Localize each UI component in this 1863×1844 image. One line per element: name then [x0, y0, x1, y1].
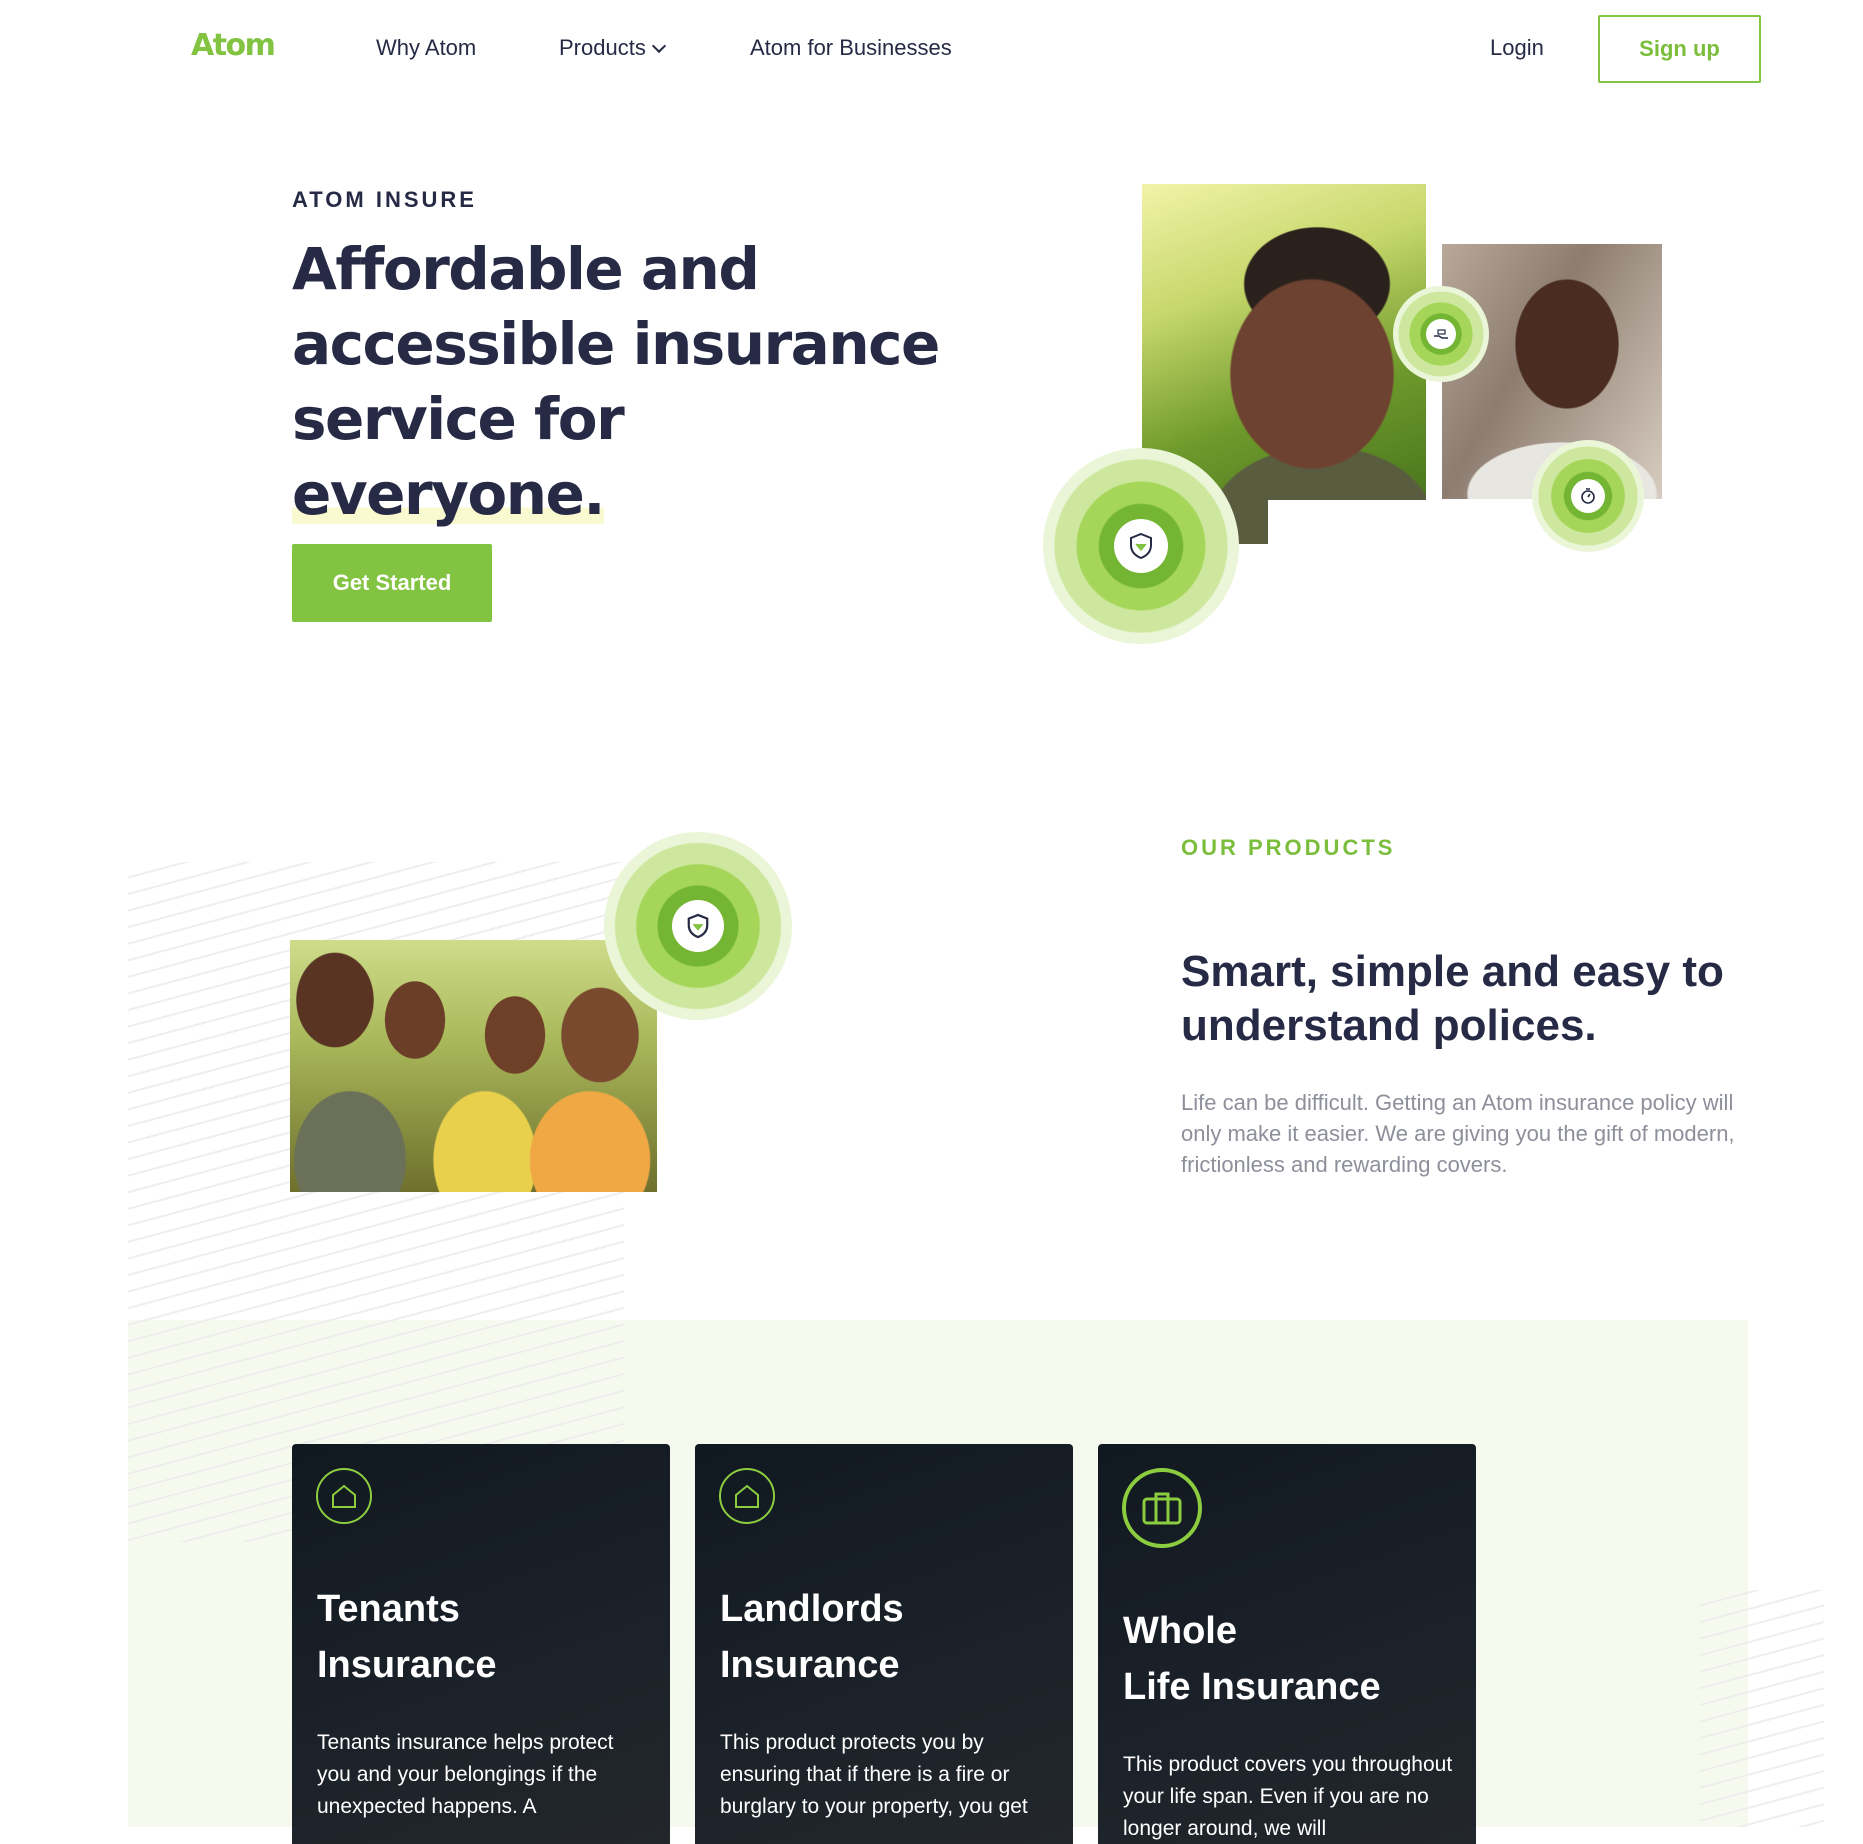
briefcase-icon: [1122, 1468, 1202, 1548]
card-title-line2: Insurance: [720, 1644, 900, 1686]
login-link[interactable]: Login: [1490, 35, 1544, 61]
chevron-down-icon: [651, 38, 666, 54]
hero-title: Affordable and accessible insurance serv…: [292, 232, 942, 532]
card-landlords-insurance[interactable]: Landlords Insurance This product protect…: [695, 1444, 1073, 1844]
card-title: Tenants Insurance: [317, 1581, 657, 1693]
signup-button[interactable]: Sign up: [1598, 15, 1761, 83]
card-title-line2: Insurance: [317, 1644, 497, 1686]
hero-title-line2: accessible insurance: [292, 310, 940, 378]
shield-icon: [1114, 519, 1168, 573]
card-description: This product covers you throughout your …: [1123, 1753, 1453, 1840]
hero-title-line1: Affordable and: [292, 235, 760, 303]
card-title-line1: Landlords: [720, 1588, 904, 1630]
get-started-button[interactable]: Get Started: [292, 544, 492, 622]
hero-eyebrow: ATOM INSURE: [292, 187, 477, 212]
card-description: Tenants insurance helps protect you and …: [317, 1731, 614, 1818]
nav-products-label: Products: [559, 35, 646, 60]
card-tenants-insurance[interactable]: Tenants Insurance Tenants insurance help…: [292, 1444, 670, 1844]
card-title-line1: Tenants: [317, 1588, 460, 1630]
wave-pattern-right: [1700, 1590, 1824, 1827]
family-photo: [290, 940, 657, 1192]
hero-title-highlight: everyone.: [292, 460, 605, 528]
hero-title-line3: service for: [292, 385, 625, 453]
products-eyebrow: OUR PRODUCTS: [1181, 835, 1396, 860]
home-icon: [719, 1468, 775, 1524]
nav-atom-for-businesses[interactable]: Atom for Businesses: [750, 35, 952, 61]
photo-cutout: [1268, 500, 1428, 550]
card-title: Landlords Insurance: [720, 1581, 1060, 1693]
card-title-line1: Whole: [1123, 1610, 1237, 1652]
card-title: Whole Life Insurance: [1123, 1603, 1463, 1715]
atom-logo[interactable]: Atom: [191, 28, 276, 63]
card-description: This product protects you by ensuring th…: [720, 1731, 1028, 1818]
nav-products[interactable]: Products: [559, 35, 666, 61]
products-copy: Life can be difficult. Getting an Atom i…: [1181, 1090, 1735, 1177]
card-title-line2: Life Insurance: [1123, 1666, 1381, 1708]
hand-money-icon: [1426, 319, 1456, 349]
home-icon: [316, 1468, 372, 1524]
card-whole-life-insurance[interactable]: Whole Life Insurance This product covers…: [1098, 1444, 1476, 1844]
stopwatch-icon: [1571, 479, 1605, 513]
products-title: Smart, simple and easy to understand pol…: [1181, 947, 1724, 1050]
nav-why-atom[interactable]: Why Atom: [376, 35, 476, 61]
shield-icon: [672, 900, 724, 952]
